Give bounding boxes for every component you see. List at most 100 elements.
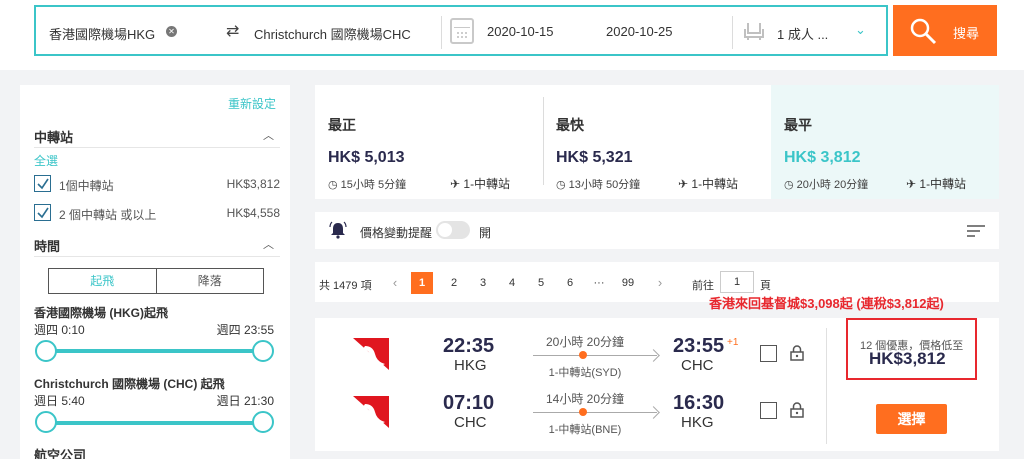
airline-title: 航空公司: [34, 448, 87, 459]
sort-icon[interactable]: [967, 224, 985, 238]
option-price: HK$3,812: [226, 177, 280, 191]
divider: [441, 16, 442, 49]
slider-handle-start[interactable]: [35, 340, 57, 362]
summary-price: HK$ 5,321: [556, 149, 633, 166]
passengers-field[interactable]: 1 成人 ...: [777, 24, 828, 43]
checkbox[interactable]: [34, 175, 51, 192]
goto-page-input[interactable]: [720, 271, 754, 293]
departure-time: 07:10: [443, 392, 495, 414]
transfer-option-1[interactable]: 1個中轉站 HK$3,812: [34, 175, 280, 195]
stop-dot: [579, 408, 587, 416]
destination-field[interactable]: Christchurch 國際機場CHC: [254, 24, 411, 43]
duration-text: 15小時 5分鐘: [340, 179, 407, 191]
origin-field[interactable]: 香港國際機場HKG: [49, 24, 155, 43]
slider-handle-end[interactable]: [252, 411, 274, 433]
return-date-field[interactable]: 2020-10-25: [606, 24, 673, 39]
next-page-icon[interactable]: ›: [649, 272, 671, 294]
search-button-label: 搜尋: [953, 26, 980, 41]
page-4[interactable]: 4: [501, 272, 523, 294]
transfer-option-2[interactable]: 2 個中轉站 或以上 HK$4,558: [34, 204, 280, 224]
summary-label: 最平: [784, 117, 812, 133]
flight-result-card: 22:35 HKG 20小時 20分鐘 1-中轉站(SYD) 23:55 +1 …: [315, 318, 999, 451]
page-99[interactable]: 99: [617, 272, 639, 294]
page-2[interactable]: 2: [443, 272, 465, 294]
tab-arrival[interactable]: 降落: [157, 269, 264, 293]
fare-checkbox[interactable]: [760, 402, 777, 419]
select-all-link[interactable]: 全選: [34, 152, 58, 169]
swap-icon[interactable]: ⇄: [226, 21, 239, 41]
range-from: 週日 5:40: [34, 394, 85, 408]
search-icon: [910, 18, 937, 45]
prev-page-icon[interactable]: ‹: [384, 272, 406, 294]
return-leg: 07:10 CHC 14小時 20分鐘 1-中轉站(BNE) 16:30 HKG: [315, 382, 825, 440]
results-total: 共 1479 項: [319, 280, 372, 292]
slider-handle-end[interactable]: [252, 340, 274, 362]
summary-price: HK$ 3,812: [784, 149, 861, 166]
plane-icon: ✈: [678, 177, 692, 191]
plane-icon: ✈: [906, 177, 920, 191]
leg-duration: 14小時 20分鐘: [545, 392, 625, 406]
departure-airport: HKG: [454, 357, 487, 374]
select-flight-button[interactable]: 選擇: [876, 404, 947, 434]
seat-icon: [744, 23, 764, 40]
clock-icon: ◷: [556, 179, 569, 191]
duration-text: 20小時 20分鐘: [796, 179, 869, 191]
price-alert-bar: 價格變動提醒 開: [315, 212, 999, 249]
option-label: 1個中轉站: [59, 179, 114, 193]
page-unit-label: 頁: [760, 280, 771, 292]
chevron-down-icon[interactable]: ⌄: [855, 22, 866, 38]
summary-best[interactable]: 最正 HK$ 5,013 ◷ 15小時 5分鐘 ✈ 1-中轉站: [315, 85, 543, 199]
time-slider-track[interactable]: [46, 421, 264, 425]
slider-handle-start[interactable]: [35, 411, 57, 433]
option-label: 2 個中轉站 或以上: [59, 208, 157, 222]
page-3[interactable]: 3: [472, 272, 494, 294]
clock-icon: ◷: [784, 179, 797, 191]
page-ellipsis[interactable]: ···: [588, 272, 610, 294]
time-title: 時間: [34, 239, 61, 254]
clear-origin-icon[interactable]: ✕: [166, 26, 177, 37]
sort-summary: 最正 HK$ 5,013 ◷ 15小時 5分鐘 ✈ 1-中轉站 最快 HK$ 5…: [315, 85, 999, 199]
airline-logo: [353, 396, 389, 428]
clock-icon: ◷: [328, 179, 341, 191]
toggle-knob: [438, 223, 452, 237]
price-alert-toggle[interactable]: [436, 221, 470, 239]
arrival-time: 16:30: [673, 392, 725, 414]
summary-label: 最快: [556, 117, 584, 133]
page-1[interactable]: 1: [411, 272, 433, 294]
leg-stop: 1-中轉站(SYD): [548, 367, 622, 379]
summary-cheapest[interactable]: 最平 HK$ 3,812 ◷ 20小時 20分鐘 ✈ 1-中轉站: [771, 85, 999, 199]
calendar-icon[interactable]: [450, 18, 474, 44]
route-line: [533, 355, 657, 356]
check-icon: [37, 178, 49, 190]
stops-text: 1-中轉站: [691, 177, 739, 191]
summary-duration: ◷ 13小時 50分鐘: [556, 176, 640, 192]
range-from: 週四 0:10: [34, 323, 85, 337]
checkbox[interactable]: [34, 204, 51, 221]
leg-stop: 1-中轉站(BNE): [548, 424, 622, 436]
chevron-up-icon[interactable]: ︿: [263, 127, 274, 143]
fare-checkbox[interactable]: [760, 345, 777, 362]
plane-icon: ✈: [450, 177, 464, 191]
departure-airport: CHC: [454, 414, 487, 431]
reset-link[interactable]: 重新設定: [228, 95, 276, 112]
arrival-time: 23:55: [673, 335, 725, 357]
page-5[interactable]: 5: [530, 272, 552, 294]
search-button[interactable]: 搜尋: [893, 5, 997, 56]
check-icon: [37, 207, 49, 219]
stop-dot: [579, 351, 587, 359]
depart-date-field[interactable]: 2020-10-15: [487, 24, 554, 39]
deal-highlight: 12 個優惠，價格低至 HK$3,812: [846, 318, 977, 380]
chevron-up-icon[interactable]: ︿: [263, 236, 274, 252]
tab-departure[interactable]: 起飛: [49, 269, 157, 293]
price-alert-label: 價格變動提醒: [360, 226, 433, 240]
summary-fastest[interactable]: 最快 HK$ 5,321 ◷ 13小時 50分鐘 ✈ 1-中轉站: [543, 85, 771, 199]
time-slider-track[interactable]: [46, 349, 264, 353]
divider: [732, 16, 733, 49]
deal-price: HK$3,812: [869, 349, 946, 368]
option-price: HK$4,558: [226, 206, 280, 220]
page-6[interactable]: 6: [559, 272, 581, 294]
arrival-airport: HKG: [681, 414, 714, 431]
promo-banner[interactable]: 香港來回基督城$3,098起 (連稅$3,812起): [709, 293, 944, 312]
toggle-state-label: 開: [479, 226, 492, 240]
summary-duration: ◷ 15小時 5分鐘: [328, 176, 406, 192]
